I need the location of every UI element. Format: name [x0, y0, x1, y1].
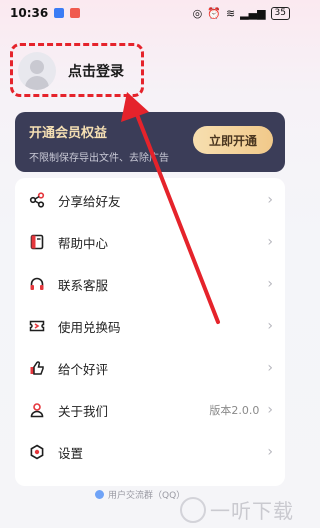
avatar-head-shape [30, 60, 44, 74]
menu-item-rate[interactable]: 给个好评 › [15, 347, 285, 389]
settings-icon [28, 443, 46, 461]
avatar-body-shape [25, 76, 49, 90]
menu-item-label: 关于我们 [58, 403, 109, 419]
menu-item-about[interactable]: 关于我们 版本2.0.0 › [15, 389, 285, 431]
user-group-label: 用户交流群（QQ） [108, 490, 186, 501]
thumbs-up-icon [28, 359, 46, 377]
status-left: 10:36 [10, 6, 81, 20]
version-label: 版本2.0.0 [209, 404, 260, 417]
notification-app-icon [54, 8, 65, 18]
book-icon [28, 233, 46, 251]
wifi-icon: ≋ [225, 6, 236, 20]
menu-item-redeem[interactable]: 使用兑换码 › [15, 305, 285, 347]
menu-item-support[interactable]: 联系客服 › [15, 263, 285, 305]
chevron-right-icon: › [267, 360, 273, 376]
status-time: 10:36 [10, 6, 49, 20]
status-right: ◎ ⏰ ≋ ▂▄▆ 35 [192, 6, 290, 20]
watermark-logo-icon [180, 496, 206, 523]
avatar[interactable] [18, 52, 56, 90]
chevron-right-icon: › [267, 318, 273, 334]
headset-icon [28, 275, 46, 293]
menu-item-settings[interactable]: 设置 › [15, 431, 285, 473]
menu-item-label: 使用兑换码 [58, 319, 121, 335]
vip-card[interactable]: 开通会员权益 不限制保存导出文件、去除广告 立即开通 [15, 112, 285, 172]
login-label[interactable]: 点击登录 [68, 61, 124, 81]
menu-card: 分享给好友 › 帮助中心 › 联系客服 › 使用兑换码 › 给个好评 › 关于我… [15, 178, 285, 486]
chevron-right-icon: › [267, 234, 273, 250]
notification-app-icon [70, 8, 81, 18]
chevron-right-icon: › [267, 192, 273, 208]
menu-item-label: 联系客服 [58, 277, 109, 293]
user-icon [28, 401, 46, 419]
login-area[interactable]: 点击登录 [12, 46, 146, 96]
ticket-icon [28, 317, 46, 335]
menu-item-label: 给个好评 [58, 361, 109, 377]
menu-item-share[interactable]: 分享给好友 › [15, 179, 285, 221]
menu-item-help[interactable]: 帮助中心 › [15, 221, 285, 263]
chevron-right-icon: › [267, 276, 273, 292]
menu-item-label: 设置 [58, 445, 84, 461]
open-vip-button[interactable]: 立即开通 [193, 126, 273, 154]
signal-icon: ▂▄▆ [240, 6, 266, 20]
qq-icon [95, 489, 104, 499]
watermark: 一听下载 [180, 495, 294, 524]
menu-item-label: 帮助中心 [58, 235, 109, 251]
data-saver-icon: ◎ [192, 6, 203, 20]
status-bar: 10:36 ◎ ⏰ ≋ ▂▄▆ 35 [0, 0, 300, 26]
chevron-right-icon: › [267, 402, 273, 418]
alarm-icon: ⏰ [207, 6, 221, 20]
menu-item-label: 分享给好友 [58, 193, 121, 209]
chevron-right-icon: › [267, 444, 273, 460]
user-group-link[interactable]: 用户交流群（QQ） [95, 487, 185, 501]
watermark-text: 一听下载 [210, 499, 294, 523]
share-icon [28, 191, 46, 209]
battery-icon: 35 [270, 6, 290, 20]
